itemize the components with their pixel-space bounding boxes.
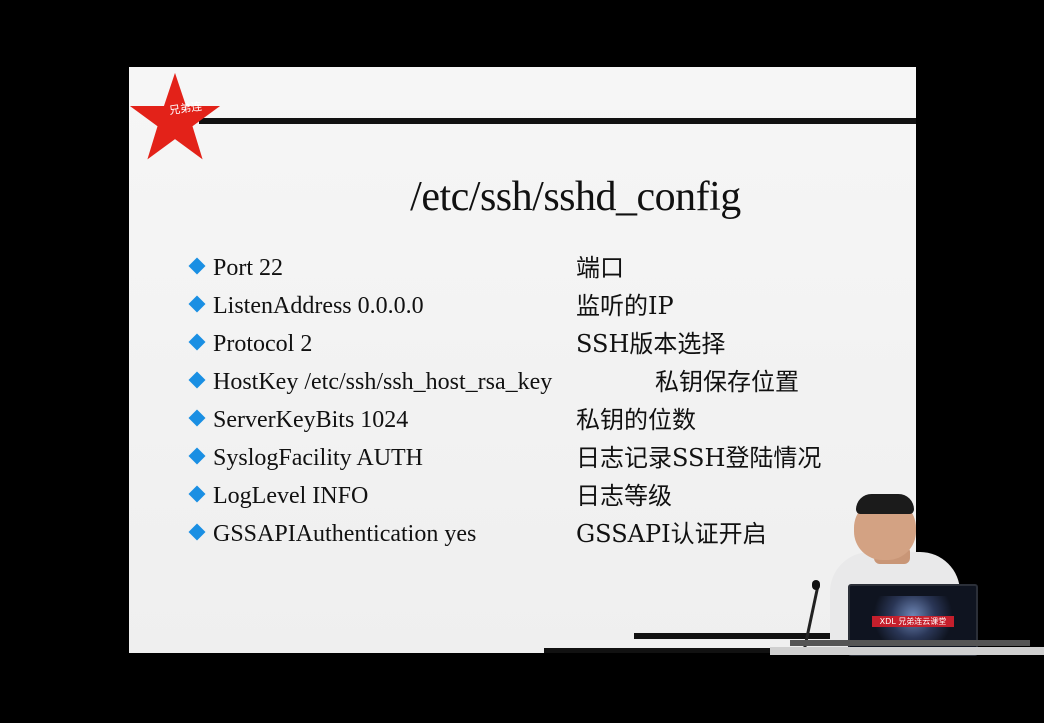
config-desc: GSSAPI认证开启 <box>576 520 767 548</box>
diamond-bullet-icon <box>188 523 206 541</box>
config-key: HostKey /etc/ssh/ssh_host_rsa_key <box>213 369 553 395</box>
config-key: GSSAPIAuthentication yes <box>213 521 477 547</box>
config-desc: 日志记录SSH登陆情况 <box>576 444 822 472</box>
config-desc: 日志等级 <box>576 482 672 510</box>
config-desc: 监听的IP <box>576 292 674 320</box>
list-item: HostKey /etc/ssh/ssh_host_rsa_key 私钥保存位置 <box>185 365 905 403</box>
config-desc: 私钥的位数 <box>576 406 696 434</box>
config-desc: SSH版本选择 <box>576 330 726 358</box>
list-item: SyslogFacility AUTH 日志记录SSH登陆情况 <box>185 441 905 479</box>
diamond-bullet-icon <box>188 485 206 503</box>
config-key: LogLevel INFO <box>213 483 369 509</box>
config-key: SyslogFacility AUTH <box>213 445 424 471</box>
diamond-bullet-icon <box>188 333 206 351</box>
diamond-bullet-icon <box>188 257 206 275</box>
microphone-icon <box>803 584 820 648</box>
list-item: ServerKeyBits 1024 私钥的位数 <box>185 403 905 441</box>
microphone-head-icon <box>812 580 820 590</box>
presenter-video: XDL 兄弟连云课堂 <box>770 490 1044 656</box>
config-key: Protocol 2 <box>213 331 313 357</box>
config-key: ServerKeyBits 1024 <box>213 407 409 433</box>
list-item: Protocol 2 SSH版本选择 <box>185 327 905 365</box>
diamond-bullet-icon <box>188 447 206 465</box>
config-desc: 端口 <box>576 254 624 282</box>
list-item: ListenAddress 0.0.0.0 监听的IP <box>185 289 905 327</box>
laptop-badge: XDL 兄弟连云课堂 <box>872 616 954 627</box>
diamond-bullet-icon <box>188 409 206 427</box>
desk <box>770 647 1044 655</box>
diamond-bullet-icon <box>188 371 206 389</box>
config-key: ListenAddress 0.0.0.0 <box>213 293 424 319</box>
slide-title: /etc/ssh/sshd_config <box>410 174 741 220</box>
diamond-bullet-icon <box>188 295 206 313</box>
config-key: Port 22 <box>213 255 284 281</box>
presenter-hair <box>856 494 914 514</box>
list-item: Port 22 端口 <box>185 251 905 289</box>
header-rule <box>199 118 916 124</box>
desk-edge <box>790 640 1030 646</box>
config-desc: 私钥保存位置 <box>655 368 799 396</box>
